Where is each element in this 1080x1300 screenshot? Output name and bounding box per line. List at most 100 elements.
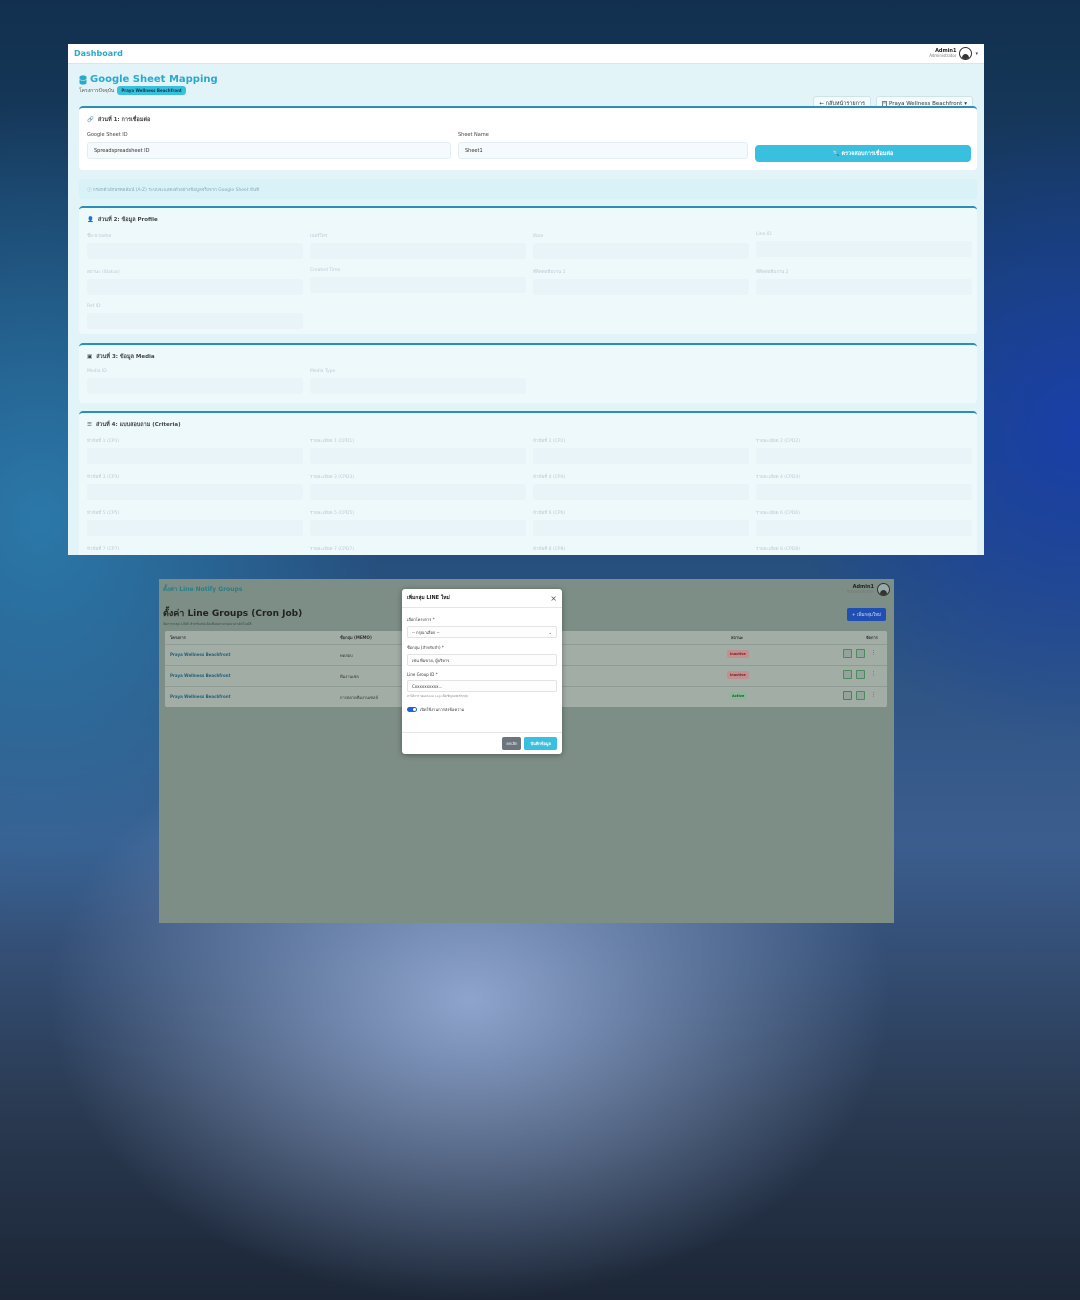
- image-icon: ▣: [87, 354, 93, 360]
- column-input[interactable]: [310, 448, 526, 464]
- brand-link[interactable]: ตั้งค่า Line Notify Groups: [163, 584, 242, 594]
- column-input[interactable]: [533, 484, 749, 500]
- column-input[interactable]: [756, 279, 972, 295]
- mapping-field: Media ID: [87, 369, 303, 394]
- mapping-field: หัวข้อที่ 8 (CP8): [533, 545, 749, 555]
- user-menu[interactable]: Admin1 Administrator ▾: [929, 47, 978, 60]
- line-groups-screenshot: ตั้งค่า Line Notify Groups Admin1 Admini…: [159, 579, 894, 923]
- mapping-field: หัวข้อที่ 1 (CP1): [87, 437, 303, 464]
- database-icon: [79, 74, 87, 85]
- search-icon: 🔍: [832, 150, 840, 157]
- mapping-field: Line ID: [756, 232, 972, 259]
- add-line-group-modal: เพิ่มกลุ่ม LINE ใหม่ × เลือกโครงการ * --…: [402, 589, 562, 754]
- column-input[interactable]: [756, 241, 972, 257]
- column-input[interactable]: [756, 448, 972, 464]
- edit-button[interactable]: [843, 670, 852, 679]
- mapping-field: รายละเอียด 6 (CPD6): [756, 509, 972, 536]
- column-input[interactable]: [87, 378, 303, 394]
- mapping-field: หัวข้อที่ 3 (CP3): [87, 473, 303, 500]
- add-group-button[interactable]: + เพิ่มกลุ่มใหม่: [846, 608, 886, 621]
- mapping-field: Media Type: [310, 369, 526, 394]
- column-input[interactable]: [87, 448, 303, 464]
- mapping-field: รายละเอียด 5 (CPD5): [310, 509, 526, 536]
- mapping-field: ที่ติดต่อทีมงาน 2: [756, 268, 972, 295]
- help-text: หาได้จาก Webhook Log เมื่อเชิญบอทเข้ากลุ…: [407, 694, 468, 698]
- info-note: ⓘ กรอกตัวอักษรคอลัมน์ (A-Z) ระบบจะแสดงตั…: [79, 179, 977, 199]
- toggle-button[interactable]: [856, 670, 865, 679]
- mapping-field: Ref ID: [87, 304, 303, 329]
- column-input[interactable]: [310, 243, 526, 259]
- column-input[interactable]: [87, 313, 303, 329]
- top-navbar: Dashboard Admin1 Administrator ▾: [68, 44, 984, 64]
- mapping-field: ที่ติดต่อทีมงาน 1: [533, 268, 749, 295]
- chevron-down-icon: ▾: [975, 50, 978, 57]
- mapping-field: รายละเอียด 8 (CPD8): [756, 545, 972, 555]
- mapping-field: ชื่อ-นามสกุล: [87, 232, 303, 259]
- column-input[interactable]: [310, 277, 526, 293]
- column-input[interactable]: [310, 378, 526, 394]
- mapping-field: รายละเอียด 7 (CPD7): [310, 545, 526, 555]
- column-input[interactable]: [310, 520, 526, 536]
- column-input[interactable]: [87, 279, 303, 295]
- brand-link[interactable]: Dashboard: [74, 49, 123, 58]
- modal-title: เพิ่มกลุ่ม LINE ใหม่: [407, 595, 450, 601]
- project-badge: Praya Wellness Beachfront: [117, 86, 186, 95]
- column-input[interactable]: [310, 484, 526, 500]
- delete-icon[interactable]: ⋮: [871, 671, 876, 677]
- mapping-field: สถานะ (Status): [87, 268, 303, 295]
- section-connection: 🔗 ส่วนที่ 1: การเชื่อมต่อ Google Sheet I…: [79, 106, 977, 170]
- cancel-button[interactable]: ยกเลิก: [502, 737, 522, 750]
- mapping-field: หัวข้อที่ 2 (CP2): [533, 437, 749, 464]
- column-input[interactable]: [87, 520, 303, 536]
- sheet-id-input[interactable]: Spreadspreadsheet ID: [87, 142, 451, 159]
- mapping-field: หัวข้อที่ 4 (CP4): [533, 473, 749, 500]
- close-icon[interactable]: ×: [550, 594, 557, 603]
- user-role: Administrator: [846, 588, 874, 594]
- column-input[interactable]: [533, 520, 749, 536]
- column-input[interactable]: [756, 484, 972, 500]
- mapping-field: หัวข้อที่ 6 (CP6): [533, 509, 749, 536]
- sheet-name-input[interactable]: Sheet1: [458, 142, 748, 159]
- link-icon: 🔗: [87, 117, 94, 123]
- toggle-button[interactable]: [856, 691, 865, 700]
- column-input[interactable]: [756, 520, 972, 536]
- check-connection-button[interactable]: 🔍 ตรวจสอบการเชื่อมต่อ: [755, 145, 971, 162]
- project-select[interactable]: -- กรุณาเลือก -- ⌄: [407, 626, 557, 638]
- save-button[interactable]: บันทึกข้อมูล: [524, 737, 557, 750]
- page-title: Google Sheet Mapping: [90, 74, 218, 85]
- enable-toggle[interactable]: [407, 707, 417, 712]
- mapping-field: หัวข้อที่ 5 (CP5): [87, 509, 303, 536]
- user-icon: 👤: [87, 217, 94, 223]
- mapping-field: หัวข้อที่ 7 (CP7): [87, 545, 303, 555]
- status-badge: Inactive: [727, 671, 749, 679]
- mapping-field: เบอร์โทร: [310, 232, 526, 259]
- mapping-field: รายละเอียด 1 (CPD1): [310, 437, 526, 464]
- mapping-field: รายละเอียด 2 (CPD2): [756, 437, 972, 464]
- delete-icon[interactable]: ⋮: [871, 692, 876, 698]
- section-media: ▣ ส่วนที่ 3: ข้อมูล Media Media ID Media …: [79, 343, 977, 403]
- section-criteria: ☰ ส่วนที่ 4: แบบสอบถาม (Criteria) หัวข้อ…: [79, 411, 977, 555]
- list-icon: ☰: [87, 422, 92, 428]
- section-profile: 👤 ส่วนที่ 2: ข้อมูล Profile ชื่อ-นามสกุล…: [79, 206, 977, 334]
- toggle-button[interactable]: [856, 649, 865, 658]
- column-input[interactable]: [533, 279, 749, 295]
- edit-button[interactable]: [843, 691, 852, 700]
- column-input[interactable]: [87, 484, 303, 500]
- google-sheet-mapping-screenshot: Dashboard Admin1 Administrator ▾ Google …: [68, 44, 984, 555]
- mapping-field: Created Time: [310, 268, 526, 295]
- column-input[interactable]: [533, 243, 749, 259]
- group-name-input[interactable]: เช่น ทีมขาย, ผู้บริหาร: [407, 654, 557, 666]
- delete-icon[interactable]: ⋮: [871, 650, 876, 656]
- user-role: Administrator: [929, 53, 957, 58]
- avatar[interactable]: [877, 582, 890, 596]
- avatar[interactable]: [959, 47, 973, 60]
- edit-button[interactable]: [843, 649, 852, 658]
- mapping-field: รายละเอียด 3 (CPD3): [310, 473, 526, 500]
- column-input[interactable]: [87, 243, 303, 259]
- status-badge: Inactive: [727, 650, 749, 658]
- mapping-field: อีเมล: [533, 232, 749, 259]
- user-menu[interactable]: Admin1 Administrator: [846, 582, 890, 596]
- status-badge: Active: [729, 692, 748, 700]
- column-input[interactable]: [533, 448, 749, 464]
- line-group-id-input[interactable]: Cxxxxxxxxxx...: [407, 680, 557, 692]
